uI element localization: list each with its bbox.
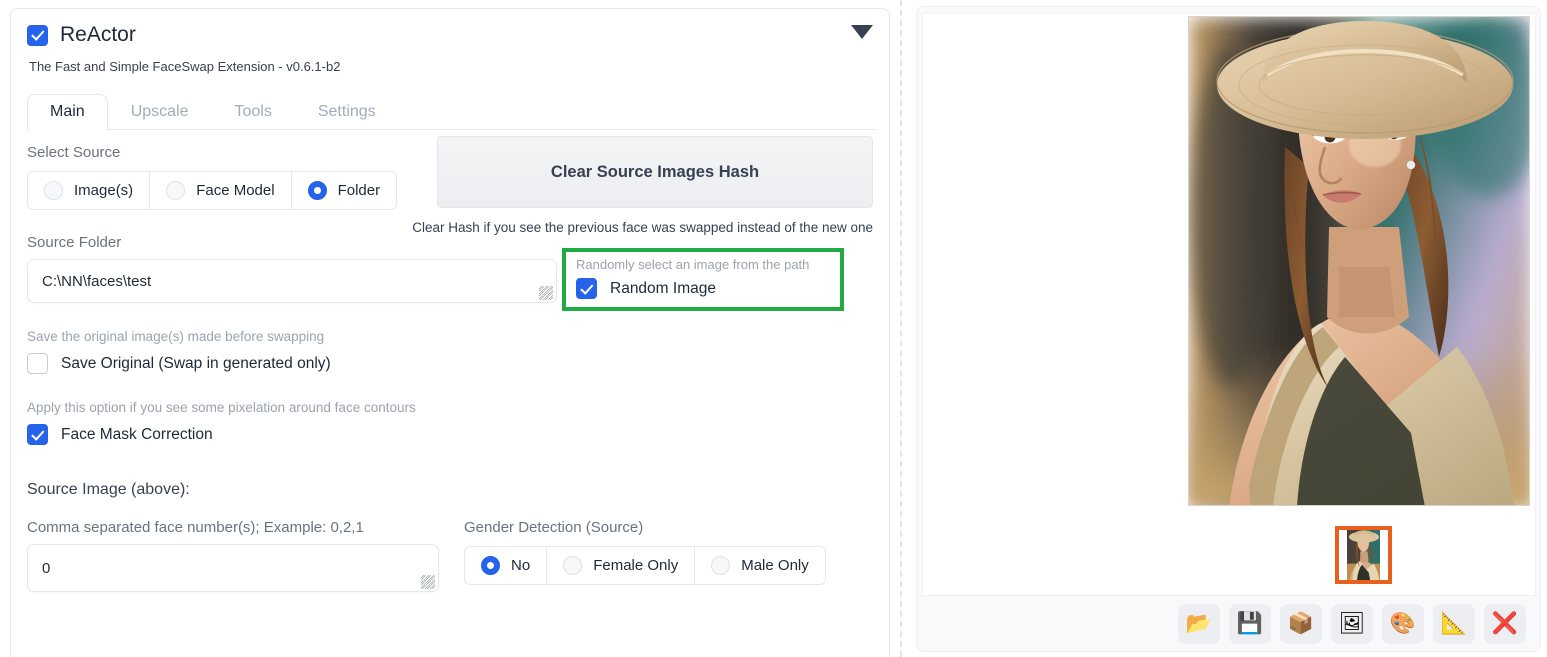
gender-option-label: No: [511, 557, 531, 574]
face-numbers-input[interactable]: 0: [27, 544, 439, 592]
panel-divider[interactable]: [900, 0, 902, 657]
source-folder-input[interactable]: C:\NN\faces\test: [27, 259, 557, 303]
preview-image[interactable]: [1188, 16, 1530, 506]
face-mask-label: Face Mask Correction: [61, 425, 213, 443]
source-option-face-model[interactable]: Face Model: [149, 171, 292, 210]
radio-icon: [711, 556, 731, 575]
reactor-panel: ReActor The Fast and Simple FaceSwap Ext…: [10, 8, 890, 657]
save-original-section: Save the original image(s) made before s…: [27, 329, 873, 374]
face-mask-section: Apply this option if you see some pixela…: [27, 400, 873, 445]
face-mask-checkbox[interactable]: [27, 424, 48, 445]
source-option-label: Image(s): [74, 182, 134, 199]
preview-image-graphic: [1189, 17, 1529, 505]
resize-grip-icon[interactable]: [539, 286, 553, 300]
preview-panel: 📂 💾 📦 🖼 🎨 📐 ❌: [916, 6, 1541, 652]
page-title: ReActor: [60, 23, 136, 46]
source-image-section-title: Source Image (above):: [27, 481, 190, 498]
source-folder-value: C:\NN\faces\test: [42, 272, 152, 290]
ruler-icon[interactable]: 📐: [1433, 603, 1475, 644]
radio-icon: [44, 181, 63, 200]
package-icon[interactable]: 📦: [1280, 603, 1322, 644]
image-icon[interactable]: 🖼: [1331, 603, 1373, 644]
clear-source-images-hash-button[interactable]: Clear Source Images Hash: [437, 136, 873, 208]
gender-option-label: Male Only: [741, 557, 809, 574]
close-icon[interactable]: ❌: [1484, 603, 1526, 644]
image-stage: [922, 13, 1536, 596]
gender-option-male-only[interactable]: Male Only: [694, 546, 826, 585]
face-numbers-group: Comma separated face number(s); Example:…: [27, 519, 442, 592]
resize-grip-icon[interactable]: [421, 575, 435, 589]
gender-detection-label: Gender Detection (Source): [464, 519, 644, 536]
main-tab-body: Select Source Image(s) Face Model Folder…: [11, 130, 889, 592]
gender-option-no[interactable]: No: [464, 546, 548, 585]
tab-upscale[interactable]: Upscale: [108, 94, 212, 130]
save-original-checkbox[interactable]: [27, 353, 48, 374]
radio-icon-selected: [481, 556, 500, 575]
tab-settings[interactable]: Settings: [295, 94, 399, 130]
radio-icon: [166, 181, 186, 200]
random-image-label: Random Image: [610, 279, 716, 297]
random-image-highlight: Randomly select an image from the path R…: [562, 248, 844, 311]
source-option-images[interactable]: Image(s): [27, 171, 151, 210]
source-image-controls: Comma separated face number(s); Example:…: [27, 519, 873, 592]
radio-icon: [563, 556, 583, 575]
random-image-hint: Randomly select an image from the path: [576, 257, 810, 272]
face-mask-hint: Apply this option if you see some pixela…: [27, 400, 416, 415]
tab-bar: Main Upscale Tools Settings: [11, 92, 889, 131]
radio-icon-selected: [307, 181, 327, 200]
thumbnail-graphic: [1347, 530, 1380, 580]
tab-tools[interactable]: Tools: [212, 94, 295, 130]
random-image-row[interactable]: Random Image: [576, 278, 830, 299]
save-original-label: Save Original (Swap in generated only): [61, 354, 331, 372]
source-option-folder[interactable]: Folder: [290, 171, 398, 210]
random-image-checkbox[interactable]: [576, 278, 597, 299]
face-numbers-label: Comma separated face number(s); Example:…: [27, 519, 364, 536]
save-icon[interactable]: 💾: [1229, 603, 1271, 644]
reactor-enable-checkbox[interactable]: [27, 24, 48, 46]
tab-main[interactable]: Main: [27, 94, 108, 131]
app-root: 𝒶𝓀 𝒸𝓄 𝒶𝒽 𝓁𝓂 ReActor The Fast and Simple …: [0, 0, 1547, 657]
source-thumbnail-image: [1347, 530, 1380, 580]
extension-subtitle: The Fast and Simple FaceSwap Extension -…: [29, 59, 341, 74]
save-original-row[interactable]: Save Original (Swap in generated only): [27, 353, 873, 374]
clear-hash-note: Clear Hash if you see the previous face …: [412, 220, 873, 235]
source-option-label: Face Model: [196, 182, 275, 199]
chevron-down-icon[interactable]: [851, 25, 873, 39]
save-original-hint: Save the original image(s) made before s…: [27, 329, 325, 344]
image-toolbar: 📂 💾 📦 🖼 🎨 📐 ❌: [917, 595, 1540, 651]
gender-option-label: Female Only: [593, 557, 679, 574]
gender-detection-radio-group: No Female Only Male Only: [464, 546, 826, 585]
gender-option-female-only[interactable]: Female Only: [546, 546, 696, 585]
source-option-label: Folder: [337, 182, 381, 199]
source-thumbnail[interactable]: [1335, 526, 1392, 584]
accordion-header[interactable]: ReActor: [11, 9, 889, 47]
face-mask-row[interactable]: Face Mask Correction: [27, 424, 873, 445]
face-numbers-value: 0: [42, 559, 51, 577]
palette-icon[interactable]: 🎨: [1382, 603, 1424, 644]
gender-detection-group: Gender Detection (Source) No Female Only: [464, 519, 826, 592]
open-folder-icon[interactable]: 📂: [1178, 603, 1220, 644]
